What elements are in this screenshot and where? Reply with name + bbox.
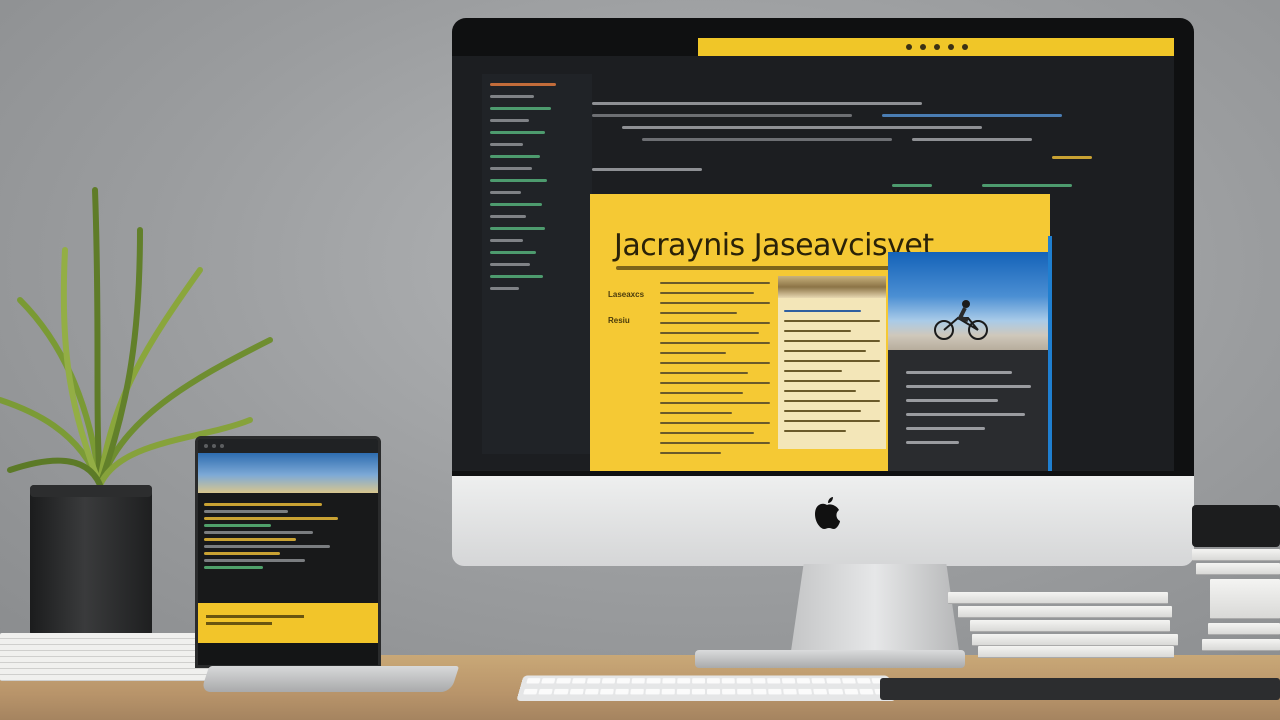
laptop-code-area bbox=[198, 493, 378, 603]
monitor: Jacraynis Jaseavcisvet Laseaxcs Resiu bbox=[452, 18, 1194, 566]
pot-rim bbox=[30, 485, 152, 497]
mousepad bbox=[880, 678, 1280, 700]
side-label-1: Laseaxcs bbox=[608, 290, 645, 299]
monitor-screen: Jacraynis Jaseavcisvet Laseaxcs Resiu bbox=[452, 56, 1174, 471]
right-book-stack bbox=[1192, 505, 1280, 665]
text-column bbox=[660, 274, 770, 462]
laptop-titlebar bbox=[198, 439, 378, 453]
browser-toolbar bbox=[698, 38, 1174, 56]
toolbar-icon bbox=[934, 44, 940, 50]
laptop-yellow-banner bbox=[198, 603, 378, 643]
toolbar-icon bbox=[906, 44, 912, 50]
laptop-screen bbox=[195, 436, 381, 668]
laptop bbox=[195, 436, 460, 694]
laptop-keyboard-base bbox=[200, 666, 460, 692]
laptop-header-image bbox=[198, 453, 378, 493]
dark-object bbox=[1192, 505, 1280, 547]
editor-header-code bbox=[582, 96, 1162, 196]
toolbar-icon bbox=[948, 44, 954, 50]
plant-pot bbox=[30, 485, 152, 640]
article-card bbox=[778, 276, 886, 449]
editor-sidebar bbox=[482, 74, 592, 454]
article-card-image bbox=[778, 276, 886, 298]
photo-caption-list bbox=[906, 360, 1038, 455]
side-label-2: Resiu bbox=[608, 316, 630, 325]
toolbar-icon bbox=[962, 44, 968, 50]
cyclist-photo bbox=[888, 252, 1050, 350]
toolbar-icon bbox=[920, 44, 926, 50]
web-page: Jacraynis Jaseavcisvet Laseaxcs Resiu bbox=[590, 194, 1050, 471]
apple-logo-icon bbox=[815, 497, 840, 529]
cyclist-icon bbox=[934, 300, 988, 340]
monitor-bezel: Jacraynis Jaseavcisvet Laseaxcs Resiu bbox=[452, 18, 1194, 476]
keyboard bbox=[516, 675, 896, 701]
monitor-stand-foot bbox=[695, 650, 965, 668]
monitor-stand bbox=[790, 564, 960, 658]
paper-stack bbox=[0, 633, 210, 681]
book-stack bbox=[948, 588, 1184, 660]
photo-panel bbox=[888, 252, 1050, 471]
page-title: Jacraynis Jaseavcisvet bbox=[614, 228, 934, 263]
scroll-accent bbox=[1048, 236, 1052, 471]
